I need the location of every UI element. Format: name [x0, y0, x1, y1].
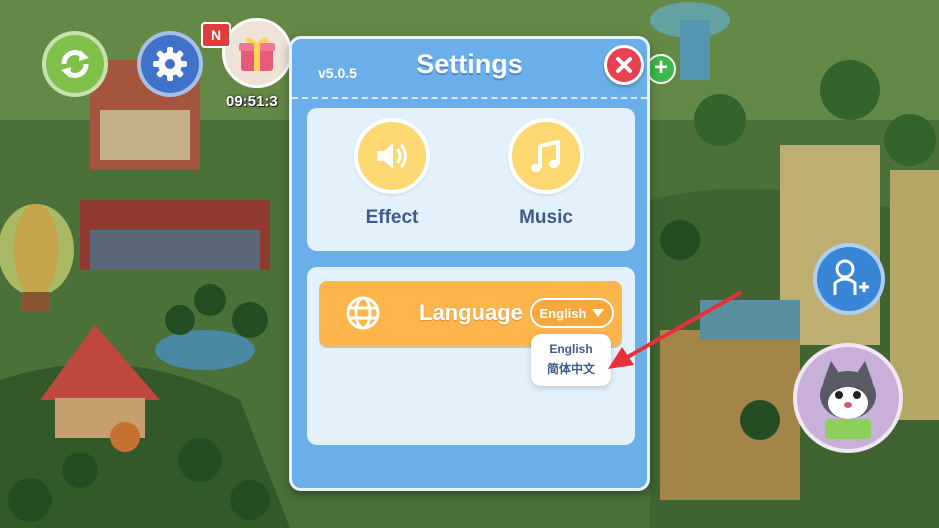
- music-toggle-circle: [508, 118, 584, 194]
- refresh-button[interactable]: [42, 31, 108, 97]
- refresh-icon: [61, 50, 89, 78]
- gift-button[interactable]: [222, 18, 292, 88]
- dialog-header: v5.0.5 Settings: [292, 39, 647, 99]
- language-label: Language: [419, 300, 523, 325]
- annotation-arrow: [608, 291, 742, 369]
- music-label: Music: [519, 207, 573, 228]
- add-friend-button[interactable]: [813, 243, 885, 315]
- effect-label: Effect: [365, 207, 419, 228]
- language-option-chinese[interactable]: 简体中文: [531, 360, 611, 380]
- game-settings-button[interactable]: [137, 31, 203, 97]
- music-note-icon: [531, 140, 560, 172]
- globe-icon: [346, 296, 380, 330]
- effect-toggle[interactable]: Effect: [337, 118, 447, 229]
- effect-toggle-circle: [354, 118, 430, 194]
- add-person-icon: [833, 259, 869, 295]
- language-selected-value: English: [539, 305, 587, 321]
- gift-timer: 09:51:3: [226, 93, 278, 110]
- dialog-title: Settings: [416, 49, 523, 79]
- speaker-icon: [377, 143, 407, 169]
- close-button[interactable]: [604, 45, 644, 85]
- music-toggle[interactable]: Music: [491, 118, 601, 229]
- sound-panel: Effect Music: [307, 108, 635, 251]
- player-avatar-button[interactable]: [793, 343, 903, 453]
- language-dropdown: English 简体中文: [531, 334, 611, 386]
- add-currency-button[interactable]: +: [646, 54, 676, 84]
- new-badge: N: [201, 22, 231, 48]
- husky-avatar-icon: [820, 361, 876, 439]
- settings-dialog: v5.0.5 Settings Effect Music Language En…: [289, 36, 650, 491]
- gear-icon: [153, 47, 187, 81]
- gift-box-icon: [239, 37, 275, 71]
- close-icon: [616, 57, 632, 73]
- language-option-english[interactable]: English: [531, 340, 611, 360]
